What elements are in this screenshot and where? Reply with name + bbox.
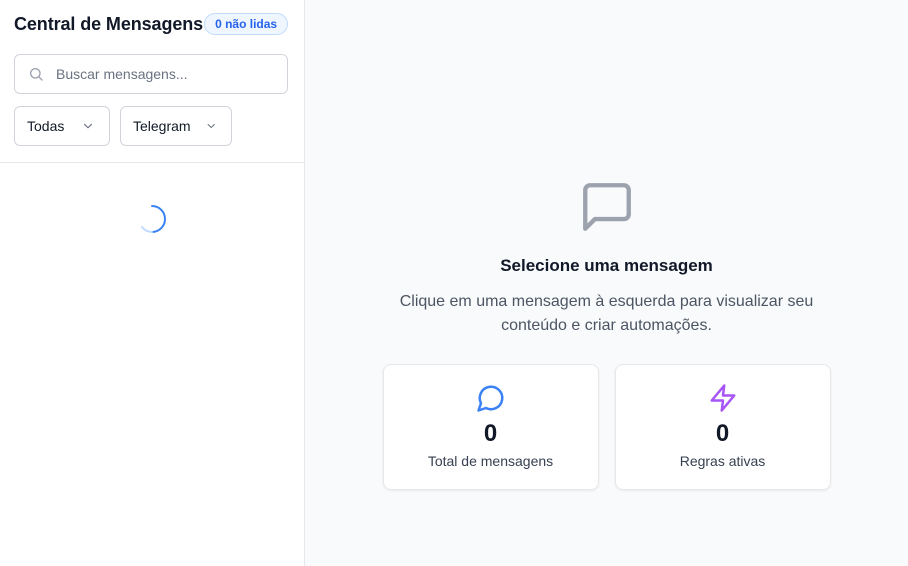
empty-state: Selecione uma mensagem Clique em uma men… <box>305 178 908 490</box>
sidebar: Central de Mensagens 0 não lidas Todas T… <box>0 0 305 566</box>
status-filter-value: Todas <box>27 118 65 134</box>
message-circle-icon <box>476 385 503 412</box>
message-square-icon <box>582 183 631 231</box>
stat-value: 0 <box>715 420 730 447</box>
stats-row: 0 Total de mensagens 0 Regras ativas <box>382 364 831 490</box>
empty-state-description: Clique em uma mensagem à esquerda para v… <box>399 293 814 334</box>
empty-state-title: Selecione uma mensagem <box>500 256 713 275</box>
sidebar-header: Central de Mensagens 0 não lidas Todas T… <box>0 0 304 163</box>
stat-card-active-rules: 0 Regras ativas <box>614 364 831 490</box>
channel-filter-value: Telegram <box>133 118 191 134</box>
message-list <box>0 163 304 566</box>
main-panel: Selecione uma mensagem Clique em uma men… <box>305 0 908 566</box>
channel-filter-select[interactable]: Telegram <box>120 106 232 146</box>
app-root: Central de Mensagens 0 não lidas Todas T… <box>0 0 908 566</box>
loading-spinner-icon <box>141 205 166 233</box>
stat-label: Regras ativas <box>679 453 766 469</box>
stat-card-total-messages: 0 Total de mensagens <box>382 364 599 490</box>
search-box[interactable] <box>14 54 288 94</box>
zap-icon <box>710 384 735 412</box>
search-icon <box>30 68 43 81</box>
filters: Todas Telegram <box>14 106 288 146</box>
unread-badge: 0 não lidas <box>204 13 289 35</box>
stat-value: 0 <box>483 420 498 447</box>
page-title: Central de Mensagens <box>14 13 204 34</box>
title-row: Central de Mensagens 0 não lidas <box>14 12 289 36</box>
search-input[interactable] <box>56 66 256 82</box>
chevron-down-icon <box>83 123 93 129</box>
stat-label: Total de mensagens <box>427 453 554 469</box>
status-filter-select[interactable]: Todas <box>14 106 110 146</box>
chevron-down-icon <box>207 123 215 129</box>
